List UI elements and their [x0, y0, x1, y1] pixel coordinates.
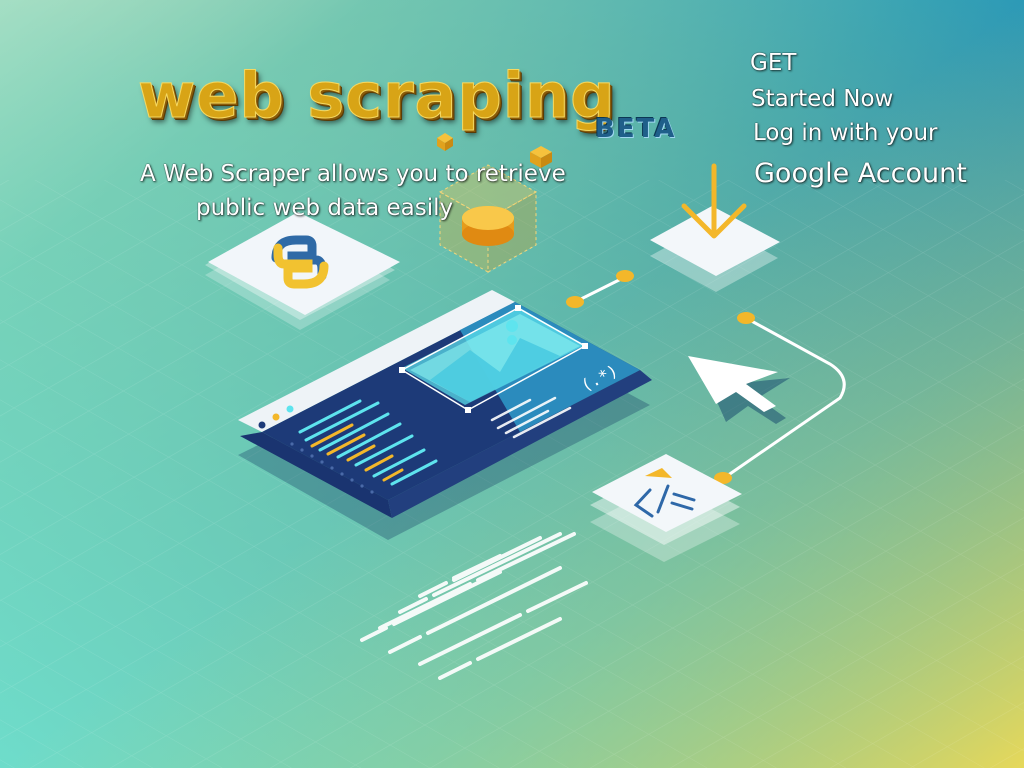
python-card [205, 212, 400, 330]
tagline-line-2: public web data easily [196, 195, 454, 221]
beta-badge: BETA [595, 114, 677, 144]
data-lines [360, 532, 588, 680]
web-scraping-logo: web scraping [138, 59, 616, 133]
cta-login-text: Log in with your [753, 120, 938, 146]
cta-get[interactable]: GET [750, 50, 796, 76]
code-card [590, 454, 742, 562]
mouse-cursor-icon [688, 356, 790, 424]
tagline-line-1: A Web Scraper allows you to retrieve [140, 161, 566, 187]
cta-started-now[interactable]: Started Now [751, 86, 893, 112]
google-account-link[interactable]: Google Account [754, 158, 967, 189]
